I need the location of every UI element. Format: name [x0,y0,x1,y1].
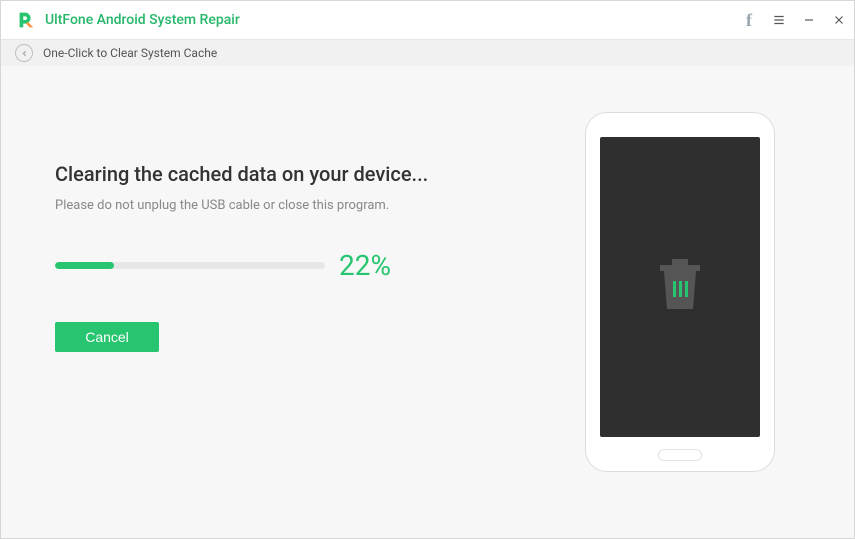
progress-percent: 22% [339,249,391,282]
facebook-icon[interactable]: f [734,1,764,40]
progress-subtext: Please do not unplug the USB cable or cl… [55,198,560,213]
menu-icon[interactable] [764,1,794,40]
progress-bar [55,262,325,269]
app-title: UltFone Android System Repair [45,12,240,28]
progress-bar-fill [55,262,114,269]
progress-heading: Clearing the cached data on your device.… [55,162,560,186]
minimize-button[interactable] [794,1,824,40]
trash-icon [656,257,704,317]
breadcrumb-label: One-Click to Clear System Cache [43,46,217,60]
cancel-button[interactable]: Cancel [55,322,159,352]
home-indicator [658,449,702,461]
phone-illustration [585,112,775,472]
back-button[interactable] [15,44,33,62]
close-button[interactable] [824,1,854,40]
app-logo-icon [15,9,37,31]
